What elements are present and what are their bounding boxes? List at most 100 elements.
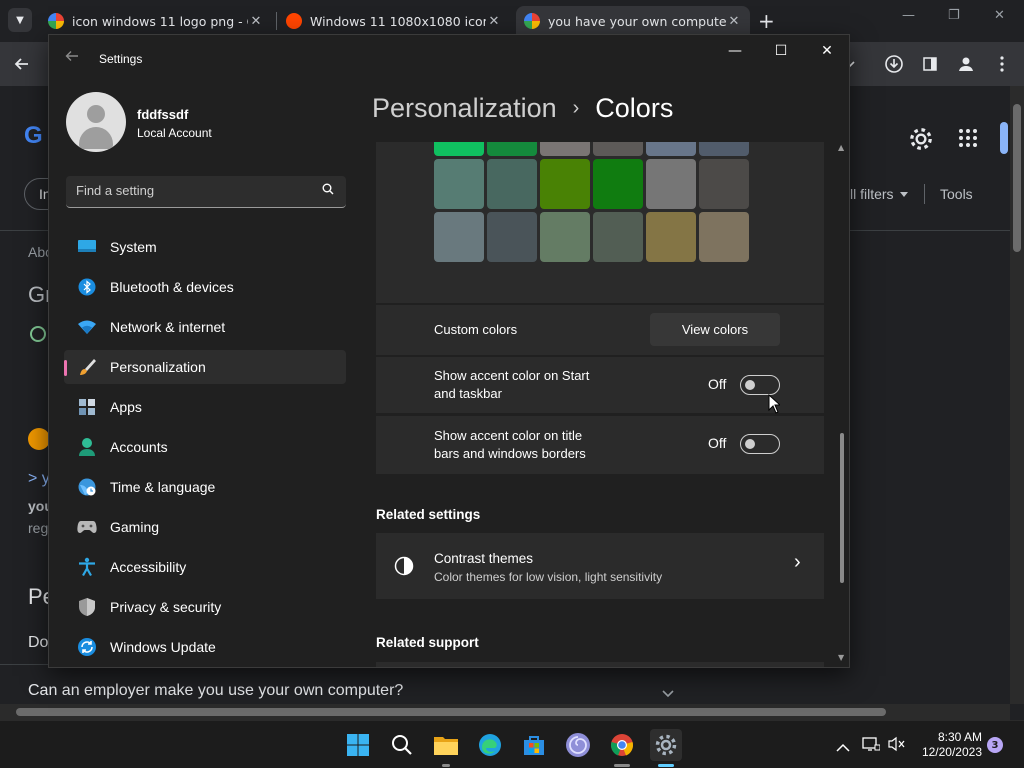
browser-tab-3-active[interactable]: you have your own computer, d ✕ (516, 6, 750, 36)
nav-item-system[interactable]: System (64, 230, 346, 264)
related-support-card[interactable] (376, 662, 824, 667)
side-panel-icon[interactable] (918, 52, 942, 76)
tab-search-button[interactable]: ▼ (8, 8, 32, 32)
edge-button[interactable] (474, 729, 506, 761)
browser-minimize-button[interactable]: — (902, 8, 915, 23)
accent-color-swatch[interactable] (434, 212, 484, 262)
accent-color-swatch[interactable] (434, 159, 484, 209)
accent-color-swatch[interactable] (646, 142, 696, 156)
scrollbar-thumb[interactable] (840, 433, 844, 583)
settings-taskbar-button[interactable] (650, 729, 682, 767)
gamepad-icon (77, 517, 97, 537)
accent-color-swatch[interactable] (434, 142, 484, 156)
close-tab-icon[interactable]: ✕ (486, 14, 502, 29)
gear-icon[interactable] (908, 126, 934, 156)
nav-item-windows-update[interactable]: Windows Update (64, 630, 346, 664)
search-input[interactable] (76, 183, 306, 198)
scrollbar-thumb[interactable] (1013, 104, 1021, 252)
back-arrow-icon[interactable] (10, 52, 34, 76)
nav-item-network[interactable]: Network & internet (64, 310, 346, 344)
browser-restore-button[interactable]: ❐ (948, 8, 960, 23)
close-tab-icon[interactable]: ✕ (248, 14, 264, 29)
accent-color-swatch[interactable] (593, 159, 643, 209)
profile-icon[interactable] (954, 52, 978, 76)
result-link[interactable]: > y (28, 470, 50, 488)
nav-item-gaming[interactable]: Gaming (64, 510, 346, 544)
avatar[interactable] (66, 92, 126, 152)
chrome-button[interactable] (606, 729, 638, 767)
browser-tab-1[interactable]: icon windows 11 logo png - Go ✕ (40, 6, 272, 36)
page-scrollbar-vertical[interactable] (1010, 86, 1024, 704)
accent-color-swatch[interactable] (646, 212, 696, 262)
accent-color-swatch[interactable] (487, 142, 537, 156)
store-button[interactable] (518, 729, 550, 761)
nav-item-personalization[interactable]: Personalization (64, 350, 346, 384)
settings-close-button[interactable]: ✕ (817, 43, 837, 59)
settings-maximize-button[interactable]: ☐ (771, 43, 791, 59)
search-icon[interactable] (322, 183, 334, 199)
nav-item-apps[interactable]: Apps (64, 390, 346, 424)
settings-search-box[interactable] (66, 176, 346, 208)
all-filters-button[interactable]: ll filters (850, 186, 894, 202)
spiral-app-button[interactable] (562, 729, 594, 761)
folder-icon (434, 737, 458, 755)
accent-start-label: Show accent color on Start and taskbar (434, 367, 589, 403)
network-icon[interactable] (862, 736, 881, 756)
nav-item-accessibility[interactable]: Accessibility (64, 550, 346, 584)
accent-color-swatch[interactable] (593, 142, 643, 156)
accent-color-swatch[interactable] (540, 142, 590, 156)
view-colors-button[interactable]: View colors (650, 313, 780, 346)
settings-scrollbar[interactable]: ▲ ▼ (835, 143, 847, 663)
accent-color-swatch[interactable] (487, 212, 537, 262)
settings-minimize-button[interactable]: — (725, 43, 745, 59)
nav-item-bluetooth[interactable]: Bluetooth & devices (64, 270, 346, 304)
back-arrow-icon[interactable] (65, 49, 79, 67)
accent-color-swatch[interactable] (699, 212, 749, 262)
start-button[interactable] (342, 729, 374, 761)
scrollbar-thumb[interactable] (16, 708, 886, 716)
menu-kebab-icon[interactable] (990, 52, 1014, 76)
volume-muted-icon[interactable] (888, 736, 906, 756)
contrast-themes-row[interactable]: Contrast themes Color themes for low vis… (376, 533, 824, 599)
nav-item-time-language[interactable]: Time & language (64, 470, 346, 504)
notification-badge[interactable]: 3 (987, 737, 1003, 753)
apps-grid-icon[interactable] (958, 128, 978, 152)
result-snippet: reg (28, 520, 49, 536)
close-tab-icon[interactable]: ✕ (726, 14, 742, 29)
clock-time: 8:30 AM (937, 730, 982, 744)
taskbar-search-button[interactable] (386, 729, 418, 761)
wifi-icon (77, 317, 97, 337)
browser-tab-2[interactable]: Windows 11 1080x1080 icon, fe ✕ (278, 6, 510, 36)
accent-color-swatch[interactable] (593, 212, 643, 262)
accent-color-swatch[interactable] (540, 159, 590, 209)
accessibility-icon (77, 557, 97, 577)
globe-clock-icon (77, 477, 97, 497)
nav-item-privacy-security[interactable]: Privacy & security (64, 590, 346, 624)
file-explorer-button[interactable] (430, 729, 462, 767)
scroll-down-icon[interactable]: ▼ (838, 653, 844, 662)
download-icon[interactable] (882, 52, 906, 76)
paa-question[interactable]: Do (28, 634, 48, 652)
label-line: and taskbar (434, 386, 502, 401)
tray-chevron-up-icon[interactable] (836, 738, 850, 757)
scroll-up-icon[interactable]: ▲ (838, 143, 844, 152)
paa-question[interactable]: Can an employer make you use your own co… (28, 682, 403, 700)
tools-button[interactable]: Tools (940, 186, 973, 202)
page-scrollbar-horizontal[interactable] (0, 704, 1010, 720)
taskbar-clock[interactable]: 8:30 AM 12/20/2023 (916, 730, 982, 760)
accent-title-toggle[interactable] (740, 434, 780, 454)
site-favicon-icon (28, 428, 50, 450)
accent-color-swatch[interactable] (487, 159, 537, 209)
accent-start-toggle[interactable] (740, 375, 780, 395)
nav-item-accounts[interactable]: Accounts (64, 430, 346, 464)
google-favicon-icon (524, 13, 540, 29)
browser-close-button[interactable]: ✕ (994, 8, 1005, 23)
accent-color-swatch[interactable] (699, 159, 749, 209)
accent-color-swatch[interactable] (540, 212, 590, 262)
accent-color-swatch[interactable] (646, 159, 696, 209)
new-tab-button[interactable]: + (758, 9, 775, 33)
nav-label: Network & internet (110, 319, 226, 335)
breadcrumb-parent[interactable]: Personalization (372, 93, 557, 124)
chevron-down-icon[interactable] (662, 684, 674, 703)
accent-color-swatch[interactable] (699, 142, 749, 156)
